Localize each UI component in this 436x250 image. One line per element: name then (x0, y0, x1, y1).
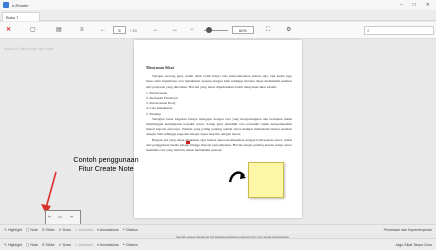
callout-text: Contoh penggunaan Fitur Create Note (60, 155, 152, 173)
annotations-label: Annotations (99, 227, 119, 232)
scissor-icon[interactable]: ✂ (48, 214, 51, 219)
fit-width-icon[interactable]: ↔ (172, 27, 178, 34)
maximize-icon[interactable]: □ (413, 2, 416, 8)
zoom-out-icon[interactable]: − (190, 27, 194, 34)
page-paragraph: Sebagai seorang guru, kamu tidak boleh h… (146, 74, 292, 89)
annotations-tool[interactable]: ≡ Annotations (97, 243, 119, 247)
page-heading: Menyusun Sikat (146, 65, 174, 70)
search-icon: ⌕ (367, 28, 370, 34)
tab-bar: Buku 7 (0, 10, 436, 21)
next-page-icon[interactable]: → (152, 27, 158, 34)
page-list: 1. Perencanaan 2. Persiapan Flashcard 3.… (146, 91, 292, 117)
highlight-tool[interactable]: ✎ Highlight (4, 228, 22, 232)
page-content: Menyusun Sikat Sebagai seorang guru, kam… (134, 40, 302, 153)
unselect-tool[interactable]: ◇ Unselect (75, 228, 93, 232)
page-total: / 15 (130, 28, 137, 33)
citation-tool[interactable]: ❝ Citation (123, 228, 138, 232)
search-input[interactable]: ⌕ (364, 26, 434, 35)
page-paragraph: Sebagian besar kegiatan belajar mengajar… (146, 116, 292, 137)
note-tool[interactable]: ▢ Note (26, 243, 38, 247)
callout-line: Contoh penggunaan (73, 155, 139, 164)
page-number-input[interactable]: 5 (113, 26, 126, 34)
unselect-label: Unselect (78, 242, 93, 247)
zoom-slider-thumb[interactable] (206, 27, 212, 33)
highlight-tool[interactable]: ✎ Highlight (4, 243, 22, 247)
annotations-tool[interactable]: ≡ Annotations (97, 228, 119, 232)
annotations-label: Annotations (99, 242, 119, 247)
ruler-icon[interactable]: ▭ (58, 214, 62, 219)
curved-arrow-icon (228, 171, 246, 183)
chapter-title: Pemetaan dan Kepemimpinan (383, 227, 432, 232)
window-controls: – □ ✕ (400, 2, 430, 8)
citation-label: Citation (125, 227, 138, 232)
previous-page-icon[interactable]: ← (100, 27, 106, 34)
bookmark-icon[interactable]: ▢ (30, 27, 36, 34)
note-label: Note (30, 242, 38, 247)
list-icon[interactable]: ≡ (80, 27, 84, 34)
page-paragraph: Banyak hal yang dapat dilakukan agar mat… (146, 137, 292, 153)
title-bar: e-Reader – □ ✕ (0, 0, 436, 10)
draw-label: Draw (62, 227, 71, 232)
settings-icon[interactable]: ⚙ (286, 27, 291, 34)
strike-tool[interactable]: S Strike (42, 243, 55, 247)
book-title: Jago Sikat Tanpa Guru (395, 242, 433, 247)
zoom-level-input[interactable]: 60% (232, 26, 254, 34)
callout-line: Fitur Create Note (78, 164, 134, 173)
strike-label: Strike (45, 227, 55, 232)
note-tool[interactable]: ▢ Note (26, 228, 38, 232)
copyright-hint: Buku ini dilindungi hak cipta (4, 46, 54, 51)
highlight-label: Highlight (8, 242, 22, 247)
minimize-icon[interactable]: – (400, 2, 403, 8)
tab-book[interactable]: Buku 7 (2, 12, 40, 21)
unselect-tool[interactable]: ◇ Unselect (75, 243, 93, 247)
unselect-label: Unselect (78, 227, 93, 232)
citation-label: Citation (125, 242, 138, 247)
citation-tool[interactable]: ❝ Citation (123, 243, 138, 247)
note-marker-icon[interactable] (186, 141, 190, 144)
highlight-label: Highlight (8, 227, 22, 232)
draw-label: Draw (62, 242, 71, 247)
app-logo-icon (3, 2, 9, 8)
close-window-icon[interactable]: ✕ (426, 2, 430, 8)
sticky-note[interactable] (248, 162, 284, 198)
scissor-icon-2[interactable]: ✂ (70, 214, 73, 219)
close-icon[interactable]: ✕ (6, 27, 11, 34)
strike-tool[interactable]: S Strike (42, 228, 55, 232)
app-title: e-Reader (12, 2, 29, 8)
strike-label: Strike (45, 242, 55, 247)
annotation-toolbar-bottom: ✎ Highlight ▢ Note S Strike ✐ Draw ◇ Uns… (0, 238, 436, 250)
annotation-toolbar: ✎ Highlight ▢ Note S Strike ✐ Draw ◇ Uns… (0, 224, 436, 234)
toolbar: ✕ ▢ ▤ ≡ ← 5 / 15 → ↔ − 60% ⛶ ⚙ ⌕ (0, 22, 436, 39)
fit-page-icon[interactable]: ⛶ (266, 27, 270, 34)
note-label: Note (30, 227, 38, 232)
draw-tool[interactable]: ✐ Draw (59, 228, 71, 232)
layout-icon[interactable]: ▤ (56, 27, 62, 34)
draw-tool[interactable]: ✐ Draw (59, 243, 71, 247)
